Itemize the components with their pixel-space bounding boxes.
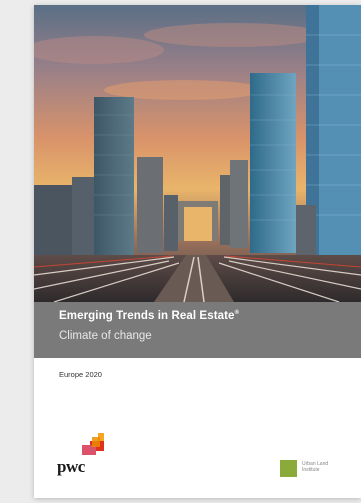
report-subtitle: Climate of change xyxy=(59,330,152,342)
uli-line-2: Institute xyxy=(302,467,320,473)
pwc-logo-text: pwc xyxy=(57,457,85,476)
uli-logo-mark xyxy=(280,460,297,477)
edition-label: Europe 2020 xyxy=(59,370,102,379)
report-cover: Emerging Trends in Real Estate® Climate … xyxy=(34,5,361,498)
cover-photo-cityscape xyxy=(34,5,361,302)
uli-logo: Urban Land Institute xyxy=(280,458,360,480)
report-title: Emerging Trends in Real Estate® xyxy=(59,310,239,322)
registered-mark: ® xyxy=(234,310,240,317)
uli-logo-text: Urban Land Institute xyxy=(302,461,357,473)
report-title-text: Emerging Trends in Real Estate xyxy=(59,310,235,322)
